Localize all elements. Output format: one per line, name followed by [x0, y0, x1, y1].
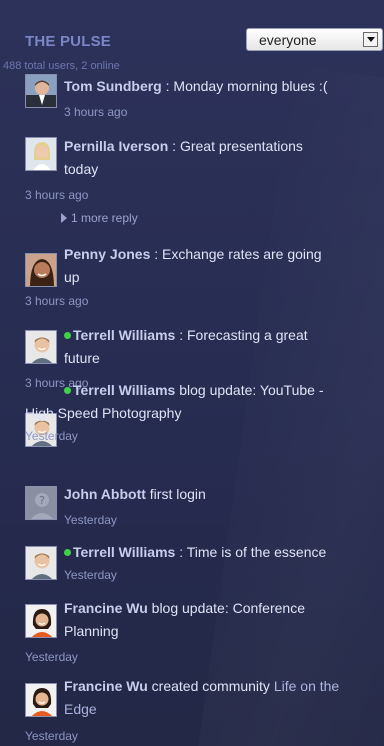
timestamp: 3 hours ago — [64, 105, 128, 119]
audience-filter-select[interactable]: everyone — [246, 28, 383, 51]
woman-dark-hair-avatar-icon[interactable] — [25, 253, 57, 287]
man-smiling-avatar-icon[interactable] — [25, 330, 57, 364]
chevron-down-icon[interactable] — [363, 32, 378, 47]
default-user-avatar-icon[interactable]: ? — [25, 486, 57, 520]
triangle-right-icon — [61, 213, 67, 223]
status-text: : Great presentations — [168, 138, 303, 154]
woman-blonde-avatar-icon[interactable] — [25, 137, 57, 171]
woman-asian-avatar-icon[interactable] — [25, 604, 57, 638]
man-suit-avatar-icon[interactable] — [25, 74, 57, 108]
blog-title-link[interactable]: High Speed Photography — [25, 402, 382, 424]
status-text: : Time is of the essence — [175, 544, 327, 560]
user-name-link[interactable]: Francine Wu — [64, 600, 148, 616]
panel-title: THE PULSE — [25, 33, 111, 50]
status-text-continued: future — [64, 350, 100, 366]
pulse-panel: THE PULSE 488 total users, 2 online ever… — [0, 0, 384, 746]
reply-count-label: 1 more reply — [71, 211, 138, 225]
user-name-link[interactable]: Terrell Williams — [73, 327, 175, 343]
user-count: 488 total users, 2 online — [3, 60, 120, 72]
woman-asian-avatar-icon[interactable] — [25, 683, 57, 717]
timestamp: 3 hours ago — [25, 294, 89, 308]
status-text-continued: today — [64, 161, 99, 177]
status-text: blog update: Conference — [147, 600, 305, 616]
status-text: : Exchange rates are going — [150, 246, 322, 262]
timestamp: Yesterday — [64, 568, 117, 582]
status-text: : Forecasting a great — [175, 327, 308, 343]
user-name-link[interactable]: Francine Wu — [64, 678, 148, 694]
timestamp: Yesterday — [64, 513, 117, 527]
online-status-icon — [64, 387, 71, 394]
community-link-continued[interactable]: Edge — [64, 698, 382, 720]
timestamp: 3 hours ago — [25, 188, 89, 202]
status-text-continued: up — [64, 269, 80, 285]
timestamp: Yesterday — [25, 429, 78, 443]
user-name-link[interactable]: Tom Sundberg — [64, 78, 162, 94]
online-status-icon — [64, 332, 71, 339]
user-name-link[interactable]: John Abbott — [64, 486, 146, 502]
svg-text:?: ? — [39, 494, 45, 507]
timestamp: Yesterday — [25, 729, 78, 743]
blog-title-link[interactable]: Planning — [64, 620, 382, 642]
user-name-link[interactable]: Terrell Williams — [73, 544, 175, 560]
filter-value: everyone — [259, 32, 317, 48]
status-text: first login — [145, 486, 206, 502]
community-link[interactable]: Life on the — [274, 678, 339, 694]
man-smiling-avatar-icon[interactable] — [25, 546, 57, 580]
user-name-link[interactable]: Terrell Williams — [73, 382, 175, 398]
status-text: created community — [147, 678, 274, 694]
status-text: : Monday morning blues :( — [161, 78, 328, 94]
online-status-icon — [64, 549, 71, 556]
more-reply-toggle[interactable]: 1 more reply — [61, 211, 138, 225]
status-text: blog update: YouTube - — [175, 382, 324, 398]
user-name-link[interactable]: Penny Jones — [64, 246, 150, 262]
user-name-link[interactable]: Pernilla Iverson — [64, 138, 168, 154]
timestamp: Yesterday — [25, 650, 78, 664]
